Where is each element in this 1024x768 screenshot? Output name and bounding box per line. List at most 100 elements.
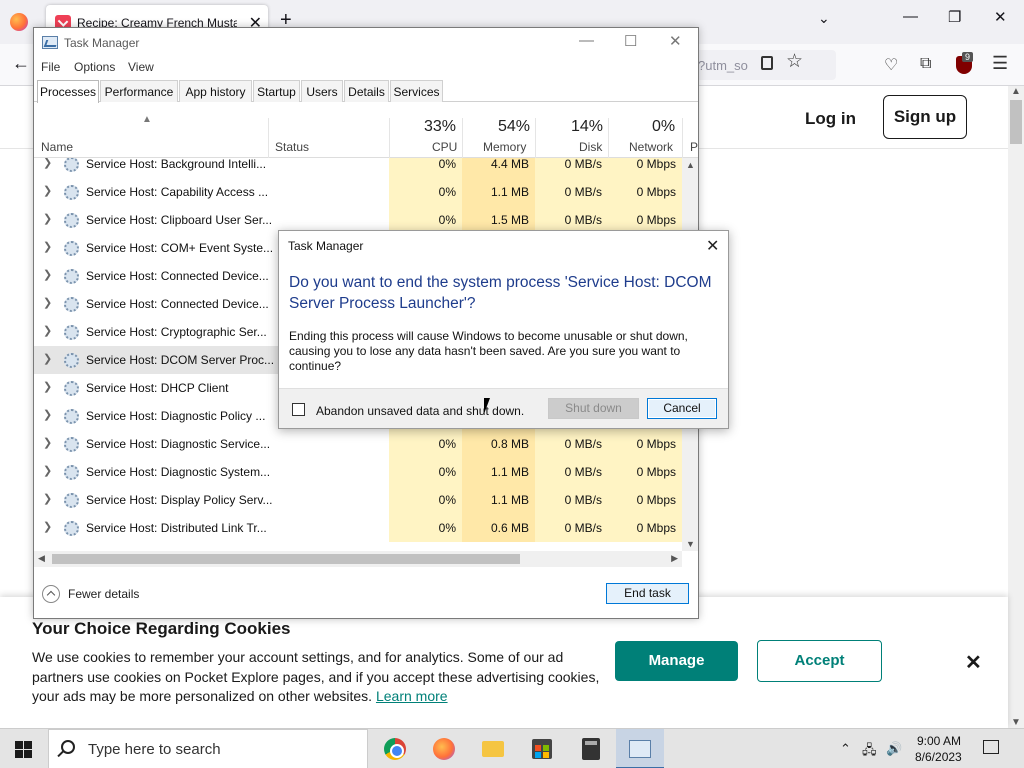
restore-icon[interactable]: ❐ (948, 8, 961, 26)
network-percent[interactable]: 0% (652, 118, 675, 136)
close-banner-icon[interactable]: ✕ (965, 650, 982, 675)
taskbar-task-manager[interactable] (616, 729, 664, 768)
expand-chevron-icon[interactable]: ❯ (43, 240, 52, 253)
end-task-button[interactable]: End task (606, 583, 689, 604)
menu-file[interactable]: File (41, 60, 60, 74)
hscroll-thumb[interactable] (52, 554, 520, 564)
signup-button[interactable]: Sign up (883, 95, 967, 139)
column-separator[interactable] (608, 118, 609, 158)
scroll-down-arrow-icon[interactable]: ▼ (686, 539, 695, 549)
login-link[interactable]: Log in (805, 109, 856, 129)
notification-center-icon[interactable] (983, 740, 999, 754)
bookmark-star-icon[interactable]: ☆ (786, 50, 803, 73)
process-list-hscrollbar[interactable]: ◀ ▶ (34, 551, 682, 567)
table-row[interactable]: ❯ Service Host: Display Policy Serv... 0% 1… (34, 486, 682, 514)
back-arrow-icon[interactable]: ← (12, 53, 30, 74)
pocket-save-icon[interactable]: ♡ (884, 55, 898, 75)
column-separator[interactable] (682, 118, 683, 158)
column-status[interactable]: Status (275, 140, 309, 154)
taskbar-file-explorer[interactable] (469, 729, 517, 768)
column-disk[interactable]: Disk (579, 140, 602, 154)
taskbar-store[interactable] (518, 729, 566, 768)
tab-users[interactable]: Users (301, 80, 343, 102)
dialog-close-icon[interactable]: ✕ (706, 236, 719, 256)
expand-chevron-icon[interactable]: ❯ (43, 352, 52, 365)
volume-icon[interactable]: 🔊 (886, 741, 902, 757)
learn-more-link[interactable]: Learn more (376, 688, 448, 704)
table-row[interactable]: ❯ Service Host: Capability Access ... 0% 1.… (34, 178, 682, 206)
scroll-up-arrow-icon[interactable]: ▲ (686, 160, 695, 170)
scroll-up-arrow-icon[interactable]: ▲ (1011, 86, 1021, 97)
expand-chevron-icon[interactable]: ❯ (43, 520, 52, 533)
tab-startup[interactable]: Startup (253, 80, 300, 102)
expand-chevron-icon[interactable]: ❯ (43, 492, 52, 505)
page-scrollbar[interactable]: ▲ ▼ (1008, 86, 1024, 728)
service-gear-icon (64, 409, 79, 424)
shut-down-button[interactable]: Shut down (548, 398, 639, 419)
menu-options[interactable]: Options (74, 60, 115, 74)
scroll-thumb[interactable] (1010, 100, 1022, 144)
column-separator[interactable] (535, 118, 536, 158)
chevron-up-circle-icon[interactable] (42, 585, 60, 603)
clock-date[interactable]: 8/6/2023 (915, 750, 962, 764)
column-separator[interactable] (268, 118, 269, 158)
expand-chevron-icon[interactable]: ❯ (43, 464, 52, 477)
column-separator[interactable] (462, 118, 463, 158)
taskbar-calculator[interactable] (567, 729, 615, 768)
disk-percent[interactable]: 14% (571, 118, 603, 136)
expand-chevron-icon[interactable]: ❯ (43, 184, 52, 197)
tm-close-icon[interactable]: ✕ (669, 32, 682, 50)
scroll-right-arrow-icon[interactable]: ▶ (671, 553, 678, 564)
show-hidden-icons-chevron-icon[interactable]: ⌃ (840, 741, 851, 757)
firefox-menu-icon[interactable] (10, 13, 28, 31)
fewer-details-link[interactable]: Fewer details (68, 587, 139, 601)
tm-maximize-icon[interactable]: ☐ (624, 32, 637, 50)
table-row[interactable]: ❯ Service Host: Distributed Link Tr... 0% 0… (34, 514, 682, 542)
manage-cookies-button[interactable]: Manage (615, 641, 738, 681)
windows-start-icon[interactable] (15, 741, 32, 758)
tab-details[interactable]: Details (344, 80, 389, 102)
taskbar-search-box[interactable]: Type here to search (48, 729, 368, 768)
expand-chevron-icon[interactable]: ❯ (43, 324, 52, 337)
column-network[interactable]: Network (629, 140, 673, 154)
network-icon[interactable]: 🖧 (862, 741, 877, 763)
column-name[interactable]: Name (41, 140, 73, 154)
memory-percent[interactable]: 54% (498, 118, 530, 136)
expand-chevron-icon[interactable]: ❯ (43, 408, 52, 421)
menu-view[interactable]: View (128, 60, 154, 74)
extensions-icon[interactable]: ⧉ (920, 55, 931, 73)
column-separator[interactable] (389, 118, 390, 158)
taskbar-chrome[interactable] (371, 729, 419, 768)
column-cpu[interactable]: CPU (432, 140, 457, 154)
list-tabs-chevron-icon[interactable]: ⌄ (818, 10, 830, 27)
tab-app-history[interactable]: App history (179, 80, 252, 102)
scroll-left-arrow-icon[interactable]: ◀ (38, 553, 45, 564)
expand-chevron-icon[interactable]: ❯ (43, 158, 52, 169)
table-row[interactable]: ❯ Service Host: Background Intelli... 0% 4.… (34, 158, 682, 178)
close-window-icon[interactable]: ✕ (994, 8, 1007, 26)
table-row[interactable]: ❯ Service Host: Diagnostic Service... 0% 0.… (34, 430, 682, 458)
expand-chevron-icon[interactable]: ❯ (43, 268, 52, 281)
tab-services[interactable]: Services (390, 80, 443, 102)
expand-chevron-icon[interactable]: ❯ (43, 212, 52, 225)
tab-performance[interactable]: Performance (100, 80, 178, 102)
column-memory[interactable]: Memory (483, 140, 526, 154)
table-row[interactable]: ❯ Service Host: Diagnostic System... 0% 1.1… (34, 458, 682, 486)
reader-view-icon[interactable] (761, 56, 773, 70)
task-manager-titlebar[interactable]: Task Manager — ☐ ✕ (34, 28, 698, 58)
clock-time[interactable]: 9:00 AM (917, 734, 961, 748)
abandon-data-checkbox[interactable] (292, 403, 305, 416)
column-power-partial[interactable]: P (690, 140, 698, 154)
expand-chevron-icon[interactable]: ❯ (43, 380, 52, 393)
expand-chevron-icon[interactable]: ❯ (43, 436, 52, 449)
minimize-icon[interactable]: — (903, 8, 918, 25)
cancel-button[interactable]: Cancel (647, 398, 717, 419)
tab-processes[interactable]: Processes (37, 80, 99, 103)
tm-minimize-icon[interactable]: — (579, 32, 594, 49)
hamburger-menu-icon[interactable]: ☰ (992, 53, 1008, 74)
accept-cookies-button[interactable]: Accept (757, 640, 882, 682)
taskbar-firefox[interactable] (420, 729, 468, 768)
scroll-down-arrow-icon[interactable]: ▼ (1011, 717, 1021, 728)
expand-chevron-icon[interactable]: ❯ (43, 296, 52, 309)
cpu-percent[interactable]: 33% (424, 118, 456, 136)
